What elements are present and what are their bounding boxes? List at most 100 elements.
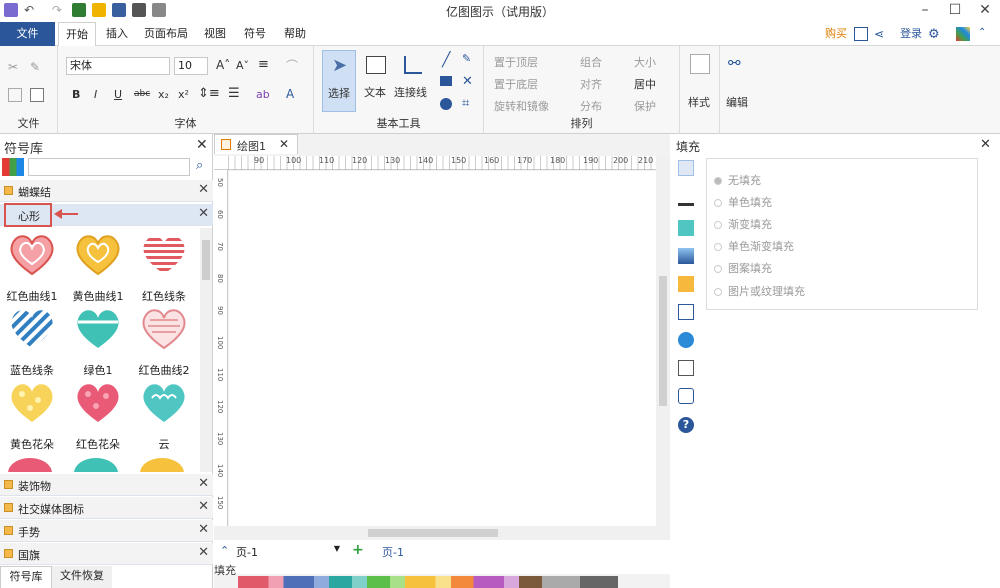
style-button[interactable]: 样式 xyxy=(688,94,710,110)
format-painter-icon[interactable]: ✎ xyxy=(30,60,44,74)
fill-option-picture-texture[interactable]: 图片或纹理填充 xyxy=(714,283,805,299)
font-shrink-icon[interactable]: A˅ xyxy=(236,59,249,72)
text-effect-icon[interactable]: ab xyxy=(256,88,270,101)
panel-close-icon[interactable]: ✕ xyxy=(196,137,208,153)
text-tool-button[interactable]: 文本 xyxy=(360,50,392,112)
layer-panel-icon[interactable] xyxy=(678,276,694,292)
tab-symbol-library[interactable]: 符号库 xyxy=(0,566,52,588)
send-to-back-button[interactable]: 置于底层 xyxy=(494,76,538,92)
heart-green-1-icon[interactable] xyxy=(74,306,122,350)
search-icon[interactable]: ⌕ xyxy=(196,158,203,173)
category-close-icon[interactable]: ✕ xyxy=(198,499,209,514)
color-palette[interactable] xyxy=(238,576,618,588)
search-input[interactable] xyxy=(28,158,190,176)
heart-red-lines-icon[interactable] xyxy=(140,232,188,276)
shadow-panel-icon[interactable] xyxy=(678,220,694,236)
fill-option-pattern[interactable]: 图案填充 xyxy=(714,260,772,276)
font-grow-icon[interactable]: A˄ xyxy=(216,58,230,72)
close-button[interactable]: ✕ xyxy=(970,0,1000,22)
category-bowknot[interactable]: 蝴蝶结 ✕ xyxy=(0,180,213,202)
theme-icon[interactable] xyxy=(956,27,970,41)
pen-icon[interactable]: ✎ xyxy=(462,52,471,65)
font-name-select[interactable]: 宋体 xyxy=(66,57,170,75)
heart-cloud-icon[interactable] xyxy=(140,380,188,424)
maximize-button[interactable]: ☐ xyxy=(940,0,970,22)
bring-to-front-button[interactable]: 置于顶层 xyxy=(494,54,538,70)
connector-tool-button[interactable]: 连接线 xyxy=(394,50,434,112)
share-icon[interactable]: ⋖ xyxy=(874,27,888,41)
help-icon[interactable]: ? xyxy=(678,417,694,433)
line-icon[interactable]: ╱ xyxy=(442,52,450,68)
image-panel-icon[interactable] xyxy=(678,248,694,264)
font-size-select[interactable]: 10 xyxy=(174,57,208,75)
scroll-thumb[interactable] xyxy=(202,240,210,280)
fill-option-none[interactable]: 无填充 xyxy=(714,172,761,188)
document-close-icon[interactable]: ✕ xyxy=(279,137,289,151)
category-close-icon[interactable]: ✕ xyxy=(198,206,209,221)
cross-icon[interactable]: ✕ xyxy=(462,74,473,89)
page-tab[interactable]: 页-1 xyxy=(382,544,404,560)
edit-button[interactable]: 编辑 xyxy=(726,94,748,110)
page-select[interactable]: 页-1 ▼ xyxy=(236,544,342,559)
align-icon[interactable]: ≡ xyxy=(258,57,269,72)
paste-icon[interactable] xyxy=(30,88,44,102)
rotate-mirror-button[interactable]: 旋转和镜像 xyxy=(494,98,549,114)
crop-icon[interactable]: ⌗ xyxy=(462,96,469,111)
tab-help[interactable]: 帮助 xyxy=(278,22,312,46)
cut-icon[interactable]: ✂ xyxy=(8,60,22,74)
tab-file-recovery[interactable]: 文件恢复 xyxy=(52,566,112,588)
document-tab[interactable]: 绘图1 ✕ xyxy=(214,134,298,154)
style-icon[interactable] xyxy=(690,54,710,74)
select-tool-button[interactable]: ➤ 选择 xyxy=(322,50,356,112)
protect-button[interactable]: 保护 xyxy=(634,98,656,114)
category-gestures[interactable]: 手势 ✕ xyxy=(0,520,213,542)
tab-home[interactable]: 开始 xyxy=(58,22,96,47)
fill-panel-close-icon[interactable]: ✕ xyxy=(980,137,991,152)
symbols-scrollbar[interactable] xyxy=(200,228,212,472)
size-button[interactable]: 大小 xyxy=(634,54,656,70)
horizontal-scrollbar[interactable] xyxy=(214,526,670,540)
rectangle-icon[interactable] xyxy=(440,76,452,86)
bullets-icon[interactable]: ☰ xyxy=(228,86,240,101)
library-menu-icon[interactable] xyxy=(2,158,24,176)
strikethrough-icon[interactable]: abc xyxy=(134,89,150,99)
fill-option-solid[interactable]: 单色填充 xyxy=(714,194,772,210)
bold-icon[interactable]: B xyxy=(72,88,80,101)
heart-red-curve-2-icon[interactable] xyxy=(140,306,188,350)
category-close-icon[interactable]: ✕ xyxy=(198,182,209,197)
font-color-icon[interactable]: A xyxy=(286,87,294,101)
add-page-icon[interactable]: + xyxy=(352,542,364,558)
page-panel-icon[interactable] xyxy=(678,304,694,320)
superscript-icon[interactable]: x² xyxy=(178,88,189,101)
vertical-scrollbar[interactable] xyxy=(656,156,670,526)
subscript-icon[interactable]: x₂ xyxy=(158,88,169,101)
tab-view[interactable]: 视图 xyxy=(198,22,232,46)
drawing-page[interactable] xyxy=(229,171,656,526)
line-panel-icon[interactable] xyxy=(678,190,694,206)
center-button[interactable]: 居中 xyxy=(634,76,656,92)
login-button[interactable]: 登录 xyxy=(894,22,928,46)
category-flags[interactable]: 国旗 ✕ xyxy=(0,543,213,565)
attachment-panel-icon[interactable] xyxy=(678,360,694,376)
distribute-button[interactable]: 分布 xyxy=(580,98,602,114)
heart-red-flowers-icon[interactable] xyxy=(74,380,122,424)
align-button[interactable]: 对齐 xyxy=(580,76,602,92)
file-menu[interactable]: 文件 xyxy=(0,22,55,46)
group-button[interactable]: 组合 xyxy=(580,54,602,70)
comment-panel-icon[interactable] xyxy=(678,388,694,404)
collapse-icon[interactable]: ⌃ xyxy=(978,27,992,41)
minimize-button[interactable]: – xyxy=(910,0,940,22)
tab-symbol[interactable]: 符号 xyxy=(238,22,272,46)
copy-icon[interactable] xyxy=(8,88,22,102)
category-close-icon[interactable]: ✕ xyxy=(198,476,209,491)
category-heart[interactable]: 心形 ✕ xyxy=(0,203,213,227)
italic-icon[interactable]: I xyxy=(94,88,97,101)
scroll-thumb[interactable] xyxy=(659,276,667,406)
tab-page-layout[interactable]: 页面布局 xyxy=(140,22,192,46)
tab-insert[interactable]: 插入 xyxy=(100,22,134,46)
scroll-thumb[interactable] xyxy=(368,529,498,537)
buy-button[interactable]: 购买 xyxy=(818,22,854,46)
category-close-icon[interactable]: ✕ xyxy=(198,522,209,537)
binoculars-icon[interactable]: ⚯ xyxy=(728,54,741,72)
heart-red-curve-1-icon[interactable] xyxy=(8,232,56,276)
